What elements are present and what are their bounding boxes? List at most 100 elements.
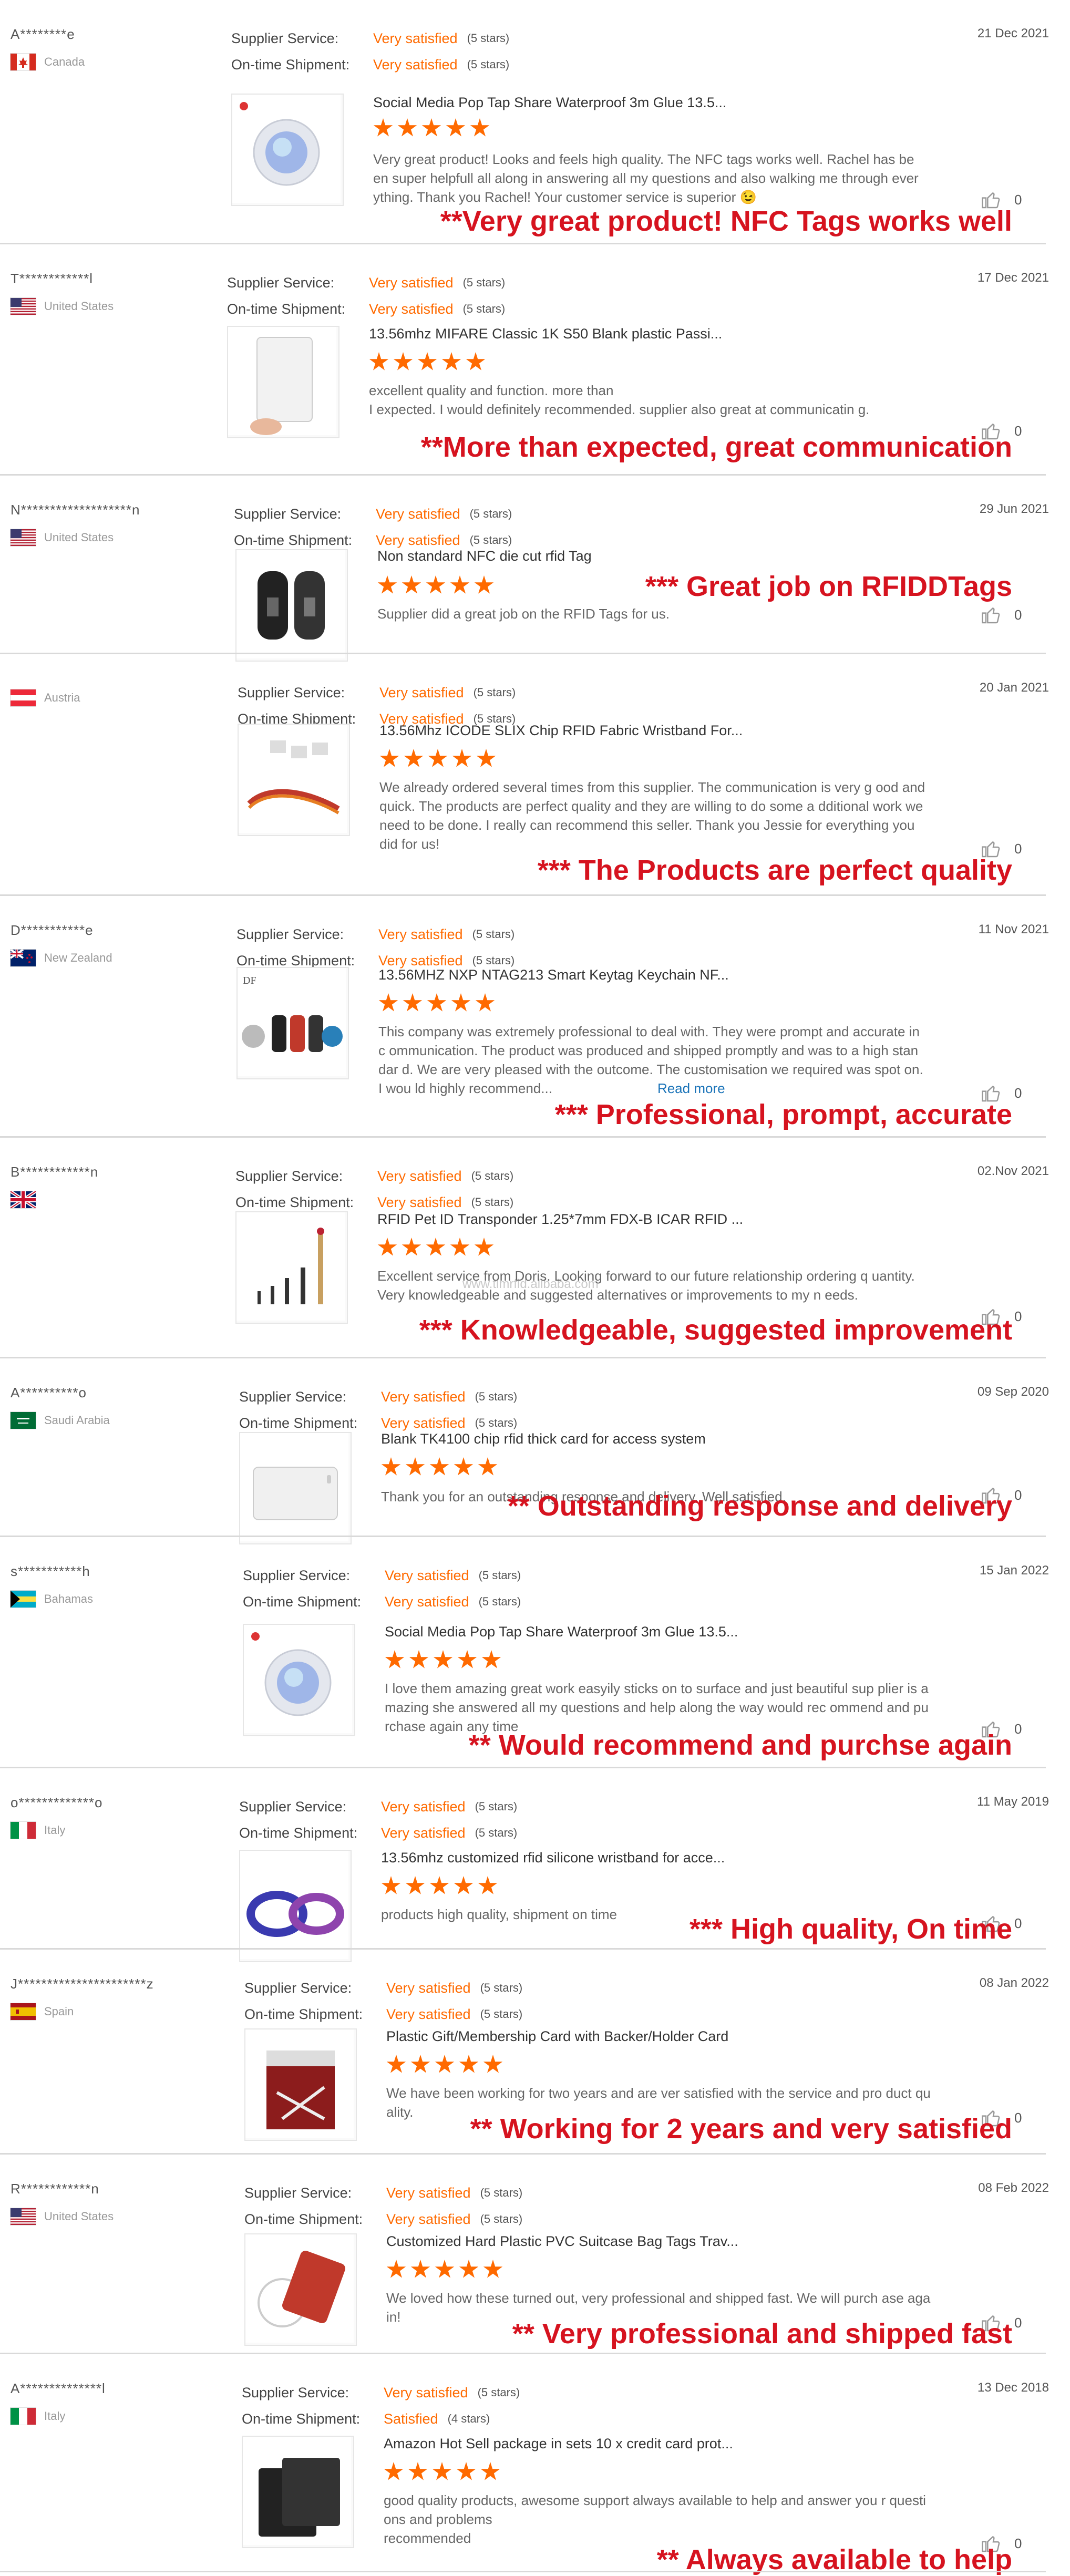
product-thumbnail[interactable] <box>235 549 348 662</box>
star-icon <box>451 993 471 1012</box>
product-thumbnail[interactable] <box>244 2233 357 2346</box>
buyer-country: New Zealand <box>11 949 112 967</box>
review-date: 13 Dec 2018 <box>977 2381 1049 2395</box>
supplier-service-rating: Supplier Service: Very satisfied (5 stars) <box>231 25 509 51</box>
supplier-service-value: Very satisfied <box>379 684 464 700</box>
star-icon <box>474 1238 494 1256</box>
on-time-shipment-value: Very satisfied <box>386 2006 471 2022</box>
buyer-name: A**************l <box>11 2381 106 2396</box>
on-time-shipment-rating: On-time Shipment: Very satisfied (5 stars) <box>244 2001 522 2027</box>
product-thumbnail[interactable] <box>231 94 344 206</box>
highlight-annotation: **Very great product! NFC Tags works wel… <box>440 205 1012 237</box>
ratings-block: Supplier Service: Very satisfied (5 stars)… <box>239 1384 517 1436</box>
buyer-country: Italy <box>11 2407 65 2426</box>
product-thumbnail[interactable] <box>243 1624 355 1736</box>
star-icon <box>429 1876 449 1894</box>
product-thumbnail[interactable]: DF <box>236 967 349 1079</box>
product-thumbnail[interactable] <box>239 1850 352 1962</box>
supplier-service-value: Very satisfied <box>384 2384 468 2400</box>
review-date: 02.Nov 2021 <box>977 1164 1049 1178</box>
on-time-shipment-label: On-time Shipment: <box>239 1415 358 1431</box>
supplier-service-rating: Supplier Service: Very satisfied (5 stars) <box>238 679 516 706</box>
review-card: T************l United States Supplier Serv… <box>0 244 1070 476</box>
star-icon <box>478 1457 498 1476</box>
product-thumbnail[interactable] <box>242 2436 354 2548</box>
ratings-block: Supplier Service: Very satisfied (5 stars)… <box>243 1562 521 1615</box>
star-icon <box>441 352 461 370</box>
review-text-body: Excellent service from Doris. Looking fo… <box>377 1268 915 1303</box>
review-card: o*************o Italy Supplier Service: Ver… <box>0 1768 1070 1962</box>
like-count: 0 <box>1014 2314 1022 2331</box>
like-count: 0 <box>1014 1085 1022 1101</box>
star-icon <box>408 2462 428 2480</box>
on-time-shipment-label: On-time Shipment: <box>231 56 350 73</box>
supplier-service-rating: Supplier Service: Very satisfied (5 stars) <box>242 2379 520 2406</box>
star-icon <box>417 352 437 370</box>
review-text-body: good quality products, awesome support a… <box>384 2492 926 2546</box>
product-name-link[interactable]: 13.56MHZ NXP NTAG213 Smart Keytag Keycha… <box>378 967 729 983</box>
country-flag-icon <box>11 2408 36 2425</box>
supplier-service-label: Supplier Service: <box>231 30 339 46</box>
buyer-country: United States <box>11 2207 114 2226</box>
review-stars <box>386 2055 503 2076</box>
star-icon <box>377 575 397 594</box>
product-thumbnail[interactable] <box>239 1432 352 1544</box>
country-flag-icon <box>11 1591 36 1608</box>
review-text: Excellent service from Doris. Looking fo… <box>377 1266 924 1304</box>
supplier-service-stars: (5 stars) <box>480 1981 523 1994</box>
thumbs-up-icon[interactable] <box>981 604 1002 625</box>
star-icon <box>381 1876 401 1894</box>
supplier-service-rating: Supplier Service: Very satisfied (5 stars) <box>244 1975 522 2001</box>
star-icon <box>478 1876 498 1894</box>
on-time-shipment-rating: On-time Shipment: Very satisfied (5 stars) <box>239 1820 517 1846</box>
product-thumbnail[interactable] <box>244 2028 357 2141</box>
highlight-annotation: *** Knowledgeable, suggested improvement <box>419 1314 1012 1346</box>
supplier-service-stars: (5 stars) <box>467 32 510 45</box>
product-name-link[interactable]: Social Media Pop Tap Share Waterproof 3m… <box>373 95 726 111</box>
product-name-link[interactable]: RFID Pet ID Transponder 1.25*7mm FDX-B I… <box>377 1211 743 1228</box>
review-text-body: Very great product! Looks and feels high… <box>373 151 919 205</box>
product-name-link[interactable]: 13.56Mhz ICODE SLIX Chip RFID Fabric Wri… <box>379 723 743 739</box>
on-time-shipment-stars: (5 stars) <box>475 1826 518 1839</box>
review-stars <box>377 1238 494 1259</box>
supplier-service-value: Very satisfied <box>381 1798 466 1815</box>
review-card: A********e Canada Supplier Service: Very sa… <box>0 0 1070 244</box>
product-name-link[interactable]: Blank TK4100 chip rfid thick card for ac… <box>381 1431 706 1447</box>
ratings-block: Supplier Service: Very satisfied (5 stars)… <box>227 270 505 322</box>
star-icon <box>379 749 399 767</box>
star-icon <box>410 2260 430 2278</box>
supplier-service-rating: Supplier Service: Very satisfied (5 stars) <box>234 501 512 527</box>
highlight-annotation: *** Professional, prompt, accurate <box>554 1099 1012 1130</box>
product-thumbnail[interactable] <box>227 326 339 438</box>
product-name-link[interactable]: Customized Hard Plastic PVC Suitcase Bag… <box>386 2233 738 2250</box>
product-thumbnail[interactable] <box>235 1211 348 1324</box>
read-more-link[interactable]: Read more <box>657 1080 725 1096</box>
on-time-shipment-stars: (4 stars) <box>447 2412 490 2425</box>
buyer-country: Saudi Arabia <box>11 1411 110 1430</box>
country-name: United States <box>44 531 114 544</box>
highlight-annotation: ** Outstanding response and delivery <box>507 1490 1012 1522</box>
supplier-service-value: Very satisfied <box>373 30 458 46</box>
star-icon <box>377 1238 397 1256</box>
product-name-link[interactable]: 13.56mhz customized rfid silicone wristb… <box>381 1850 725 1866</box>
like-count: 0 <box>1014 1915 1022 1931</box>
ratings-block: Supplier Service: Very satisfied (5 stars)… <box>242 2379 520 2432</box>
product-name-link[interactable]: Non standard NFC die cut rfid Tag <box>377 548 592 564</box>
star-icon <box>450 575 470 594</box>
star-icon <box>474 575 494 594</box>
product-name-link[interactable]: Plastic Gift/Membership Card with Backer… <box>386 2028 728 2045</box>
review-stars <box>377 575 494 596</box>
star-icon <box>452 749 472 767</box>
buyer-country: Spain <box>11 2002 74 2021</box>
star-icon <box>435 2055 455 2073</box>
supplier-service-label: Supplier Service: <box>239 1388 347 1405</box>
product-name-link[interactable]: Social Media Pop Tap Share Waterproof 3m… <box>385 1624 738 1640</box>
on-time-shipment-value: Very satisfied <box>377 1194 462 1210</box>
on-time-shipment-label: On-time Shipment: <box>243 1593 362 1610</box>
product-thumbnail[interactable] <box>238 724 350 836</box>
ratings-block: Supplier Service: Very satisfied (5 stars)… <box>235 1163 513 1215</box>
product-name-link[interactable]: Amazon Hot Sell package in sets 10 x cre… <box>384 2436 733 2452</box>
star-icon <box>433 1650 453 1668</box>
like-button[interactable]: 0 <box>981 604 1028 625</box>
product-name-link[interactable]: 13.56mhz MIFARE Classic 1K S50 Blank pla… <box>369 326 722 342</box>
